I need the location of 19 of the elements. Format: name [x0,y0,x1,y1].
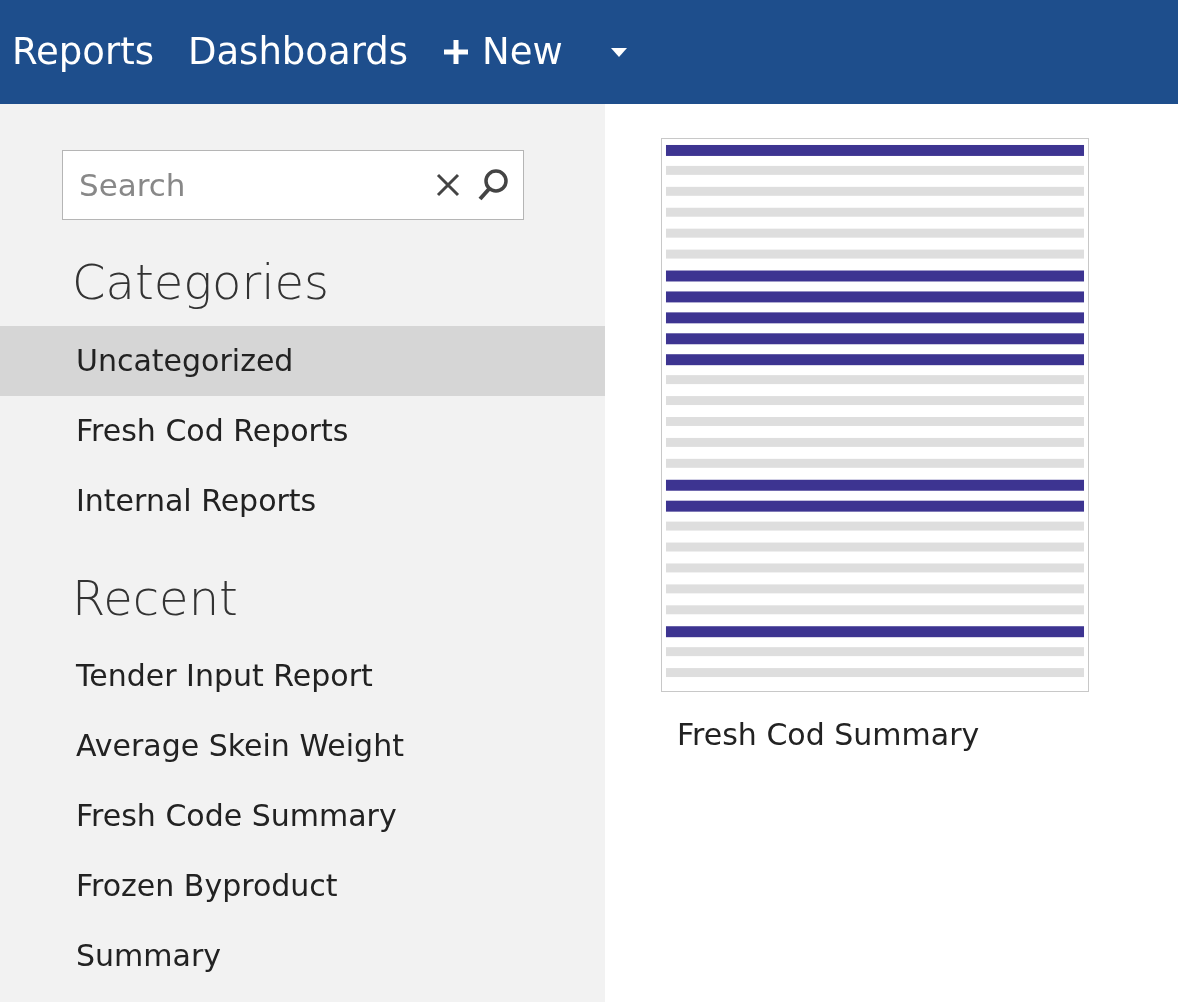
category-item[interactable]: Uncategorized [0,325,605,396]
category-item[interactable]: Fresh Cod Reports [0,395,605,466]
recent-item[interactable]: Average Skein Weight [0,711,605,782]
report-title[interactable]: Fresh Cod Summary [677,712,1178,757]
recent-item[interactable]: Fresh Code Summary [0,781,605,852]
search-box[interactable]: Search [62,150,524,220]
section-heading: Categories [72,254,331,312]
nav-link[interactable]: Reports [12,24,188,80]
nav-link[interactable]: Dashboards [187,24,442,80]
recent-item[interactable]: Frozen Byproduct [0,851,605,922]
recent-item[interactable]: Summary [0,921,605,992]
category-item[interactable]: Internal Reports [0,465,605,536]
new-button[interactable]: New [441,24,597,80]
caret-icon [610,47,627,57]
search-icon[interactable] [477,168,509,202]
clear-icon[interactable] [435,172,461,198]
section-heading: Recent [72,569,239,628]
recent-item[interactable]: Tender Input Report [0,641,605,712]
plus-icon [441,38,470,66]
